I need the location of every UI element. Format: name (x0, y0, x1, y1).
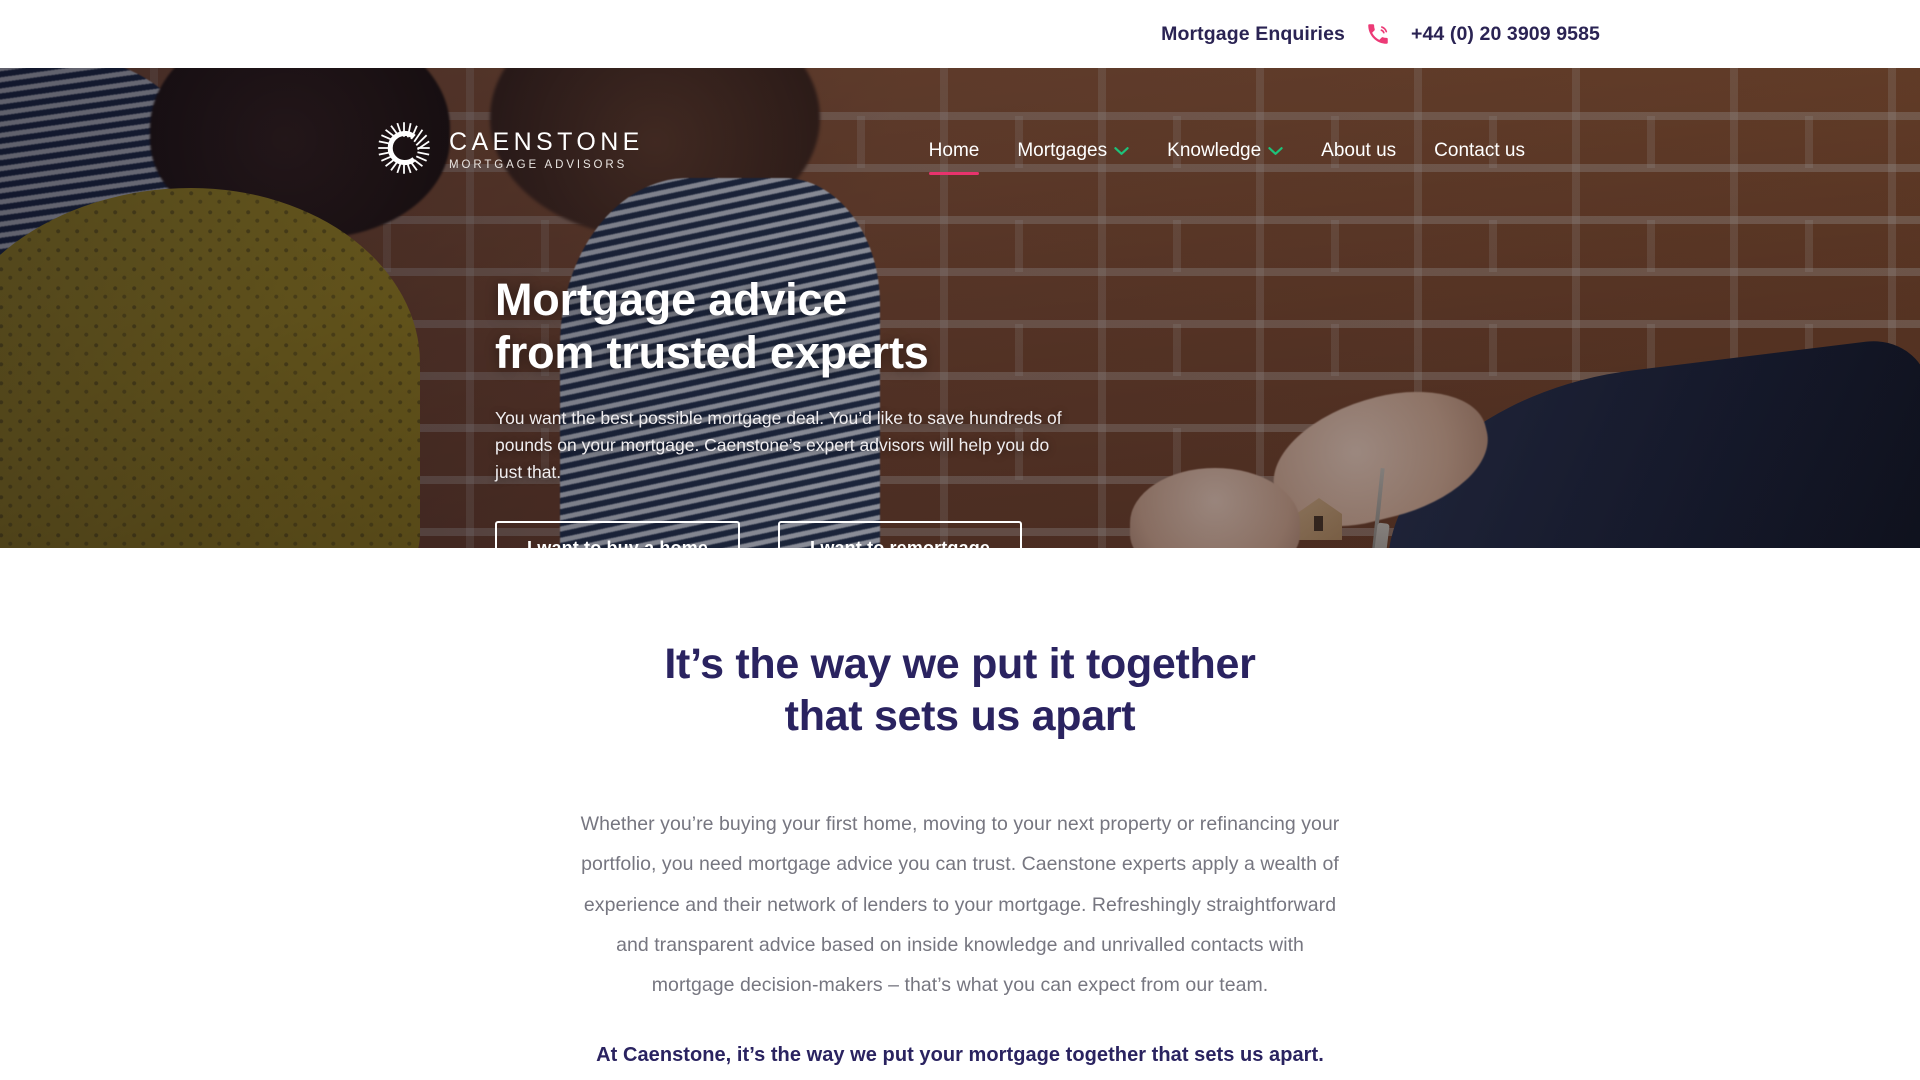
brand-logo-text: CAENSTONE MORTGAGE ADVISORS (449, 127, 644, 172)
nav-item-mortgages[interactable]: Mortgages (998, 134, 1148, 168)
nav-item-label: Knowledge (1167, 139, 1262, 161)
nav-item-knowledge[interactable]: Knowledge (1148, 134, 1302, 168)
remortgage-button[interactable]: I want to remortgage (778, 521, 1023, 548)
mortgage-enquiries-label: Mortgage Enquiries (1161, 22, 1345, 45)
hero-heading-line-2: from trusted experts (495, 327, 929, 379)
caenstone-radial-c-icon (376, 120, 432, 181)
section-body-text: Whether you’re buying your first home, m… (580, 813, 1340, 997)
nav-item-label: Contact us (1434, 139, 1525, 161)
nav-item-about-us[interactable]: About us (1302, 134, 1415, 168)
chevron-down-icon (1114, 146, 1129, 156)
nav-item-label: Home (928, 139, 980, 161)
nav-item-label: Mortgages (1017, 139, 1108, 161)
brand-tagline: MORTGAGE ADVISORS (449, 158, 628, 171)
main-navigation: Home Mortgages Knowledge About us Contac… (910, 134, 1544, 175)
hero-content: CAENSTONE MORTGAGE ADVISORS Home Mortgag… (0, 68, 1920, 548)
phone-number[interactable]: +44 (0) 20 3909 9585 (1411, 23, 1600, 46)
top-utility-bar-inner: Mortgage Enquiries +44 (0) 20 3909 9585 (1161, 21, 1600, 47)
brand-logo[interactable]: CAENSTONE MORTGAGE ADVISORS (376, 120, 644, 181)
nav-item-label: About us (1321, 139, 1397, 161)
hero-banner: CAENSTONE MORTGAGE ADVISORS Home Mortgag… (0, 68, 1920, 548)
hero-paragraph: You want the best possible mortgage deal… (495, 408, 1062, 482)
phone-ringing-icon (1365, 21, 1391, 47)
section-title-line-2: that sets us apart (784, 692, 1136, 741)
intro-section: It’s the way we put it together that set… (0, 548, 1920, 1067)
hero-text-block: Mortgage advice from trusted experts You… (495, 273, 1135, 548)
section-closing-text: At Caenstone, it’s the way we put your m… (596, 1043, 1324, 1066)
hero-heading: Mortgage advice from trusted experts (495, 273, 1135, 379)
site-header: CAENSTONE MORTGAGE ADVISORS Home Mortgag… (0, 120, 1920, 181)
section-title: It’s the way we put it together that set… (0, 638, 1920, 742)
hero-cta-group: I want to buy a home I want to remortgag… (495, 521, 1135, 548)
buy-a-home-button[interactable]: I want to buy a home (495, 521, 741, 548)
brand-name: CAENSTONE (449, 127, 644, 156)
nav-item-home[interactable]: Home (910, 134, 999, 175)
chevron-down-icon (1268, 146, 1283, 156)
top-utility-bar: Mortgage Enquiries +44 (0) 20 3909 9585 (0, 0, 1920, 68)
nav-item-contact-us[interactable]: Contact us (1415, 134, 1544, 168)
section-title-line-1: It’s the way we put it together (664, 640, 1256, 688)
hero-heading-line-1: Mortgage advice (495, 274, 848, 325)
